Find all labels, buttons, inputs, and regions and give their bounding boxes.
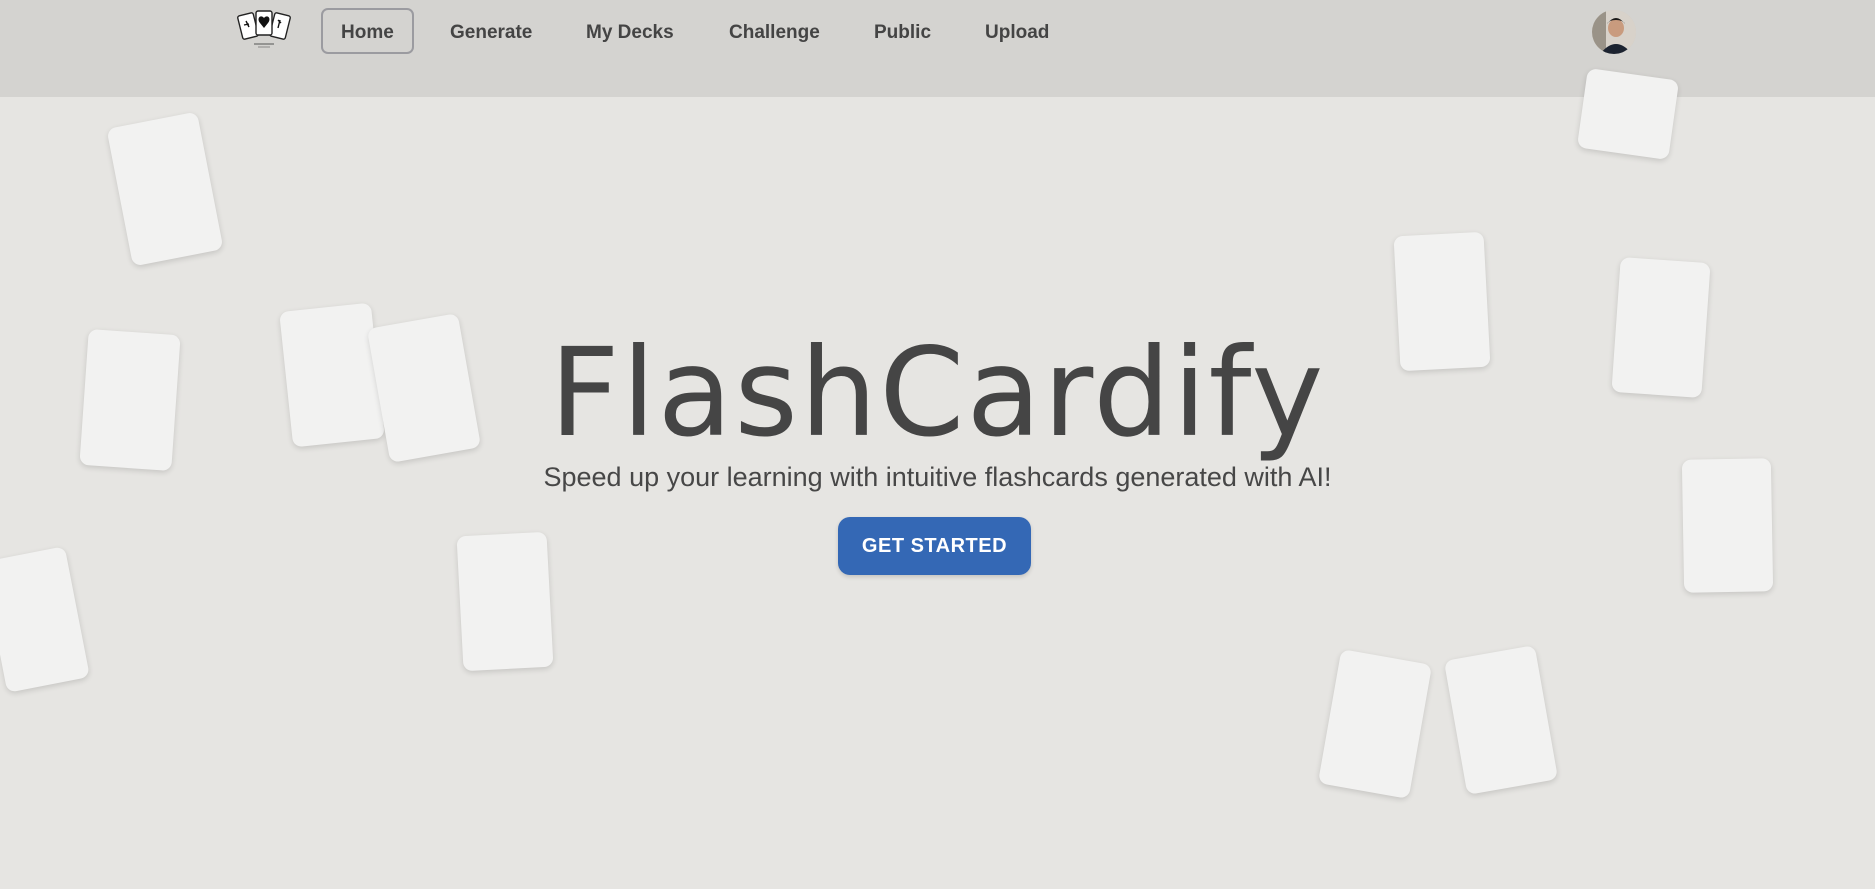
nav-challenge[interactable]: Challenge	[709, 8, 840, 54]
nav-home[interactable]: Home	[321, 8, 414, 54]
floating-card	[1576, 67, 1680, 161]
floating-card	[456, 531, 554, 672]
cards-logo-icon[interactable]	[236, 8, 292, 52]
hero-title: FlashCardify	[549, 322, 1326, 464]
nav-upload[interactable]: Upload	[965, 8, 1069, 54]
floating-card	[106, 111, 224, 267]
nav-generate[interactable]: Generate	[430, 8, 552, 54]
floating-card	[1443, 645, 1559, 795]
floating-card	[1317, 649, 1433, 799]
nav-my-decks[interactable]: My Decks	[566, 8, 694, 54]
nav-public[interactable]: Public	[854, 8, 951, 54]
user-avatar-icon[interactable]	[1592, 10, 1636, 54]
floating-card	[0, 546, 90, 693]
get-started-button[interactable]: GET STARTED	[838, 517, 1031, 575]
hero-subtitle: Speed up your learning with intuitive fl…	[543, 462, 1332, 492]
